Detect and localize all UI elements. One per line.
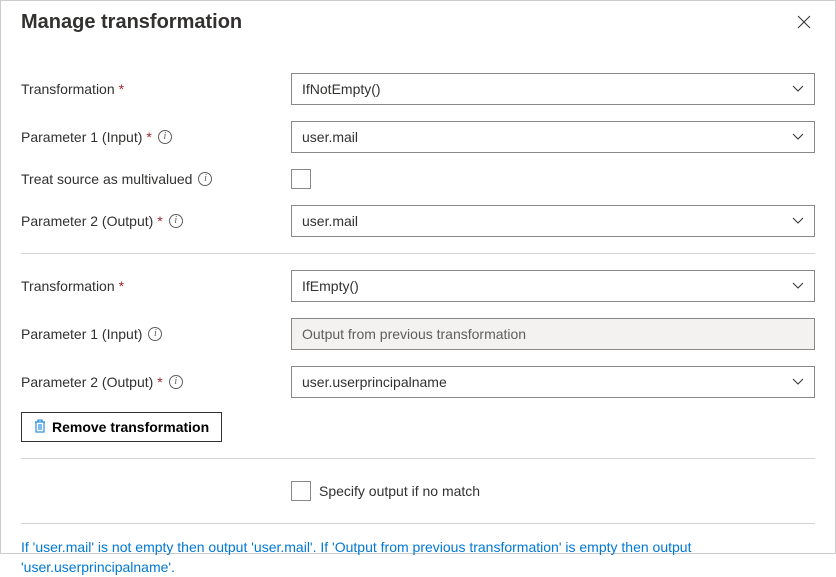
info-icon[interactable]: i	[169, 214, 183, 228]
param2-row-2: Parameter 2 (Output) * i user.userprinci…	[21, 366, 815, 398]
specify-output-label: Specify output if no match	[319, 483, 480, 499]
panel-header: Manage transformation	[21, 11, 815, 37]
label-text: Parameter 1 (Input)	[21, 129, 142, 145]
section-divider	[21, 458, 815, 459]
readonly-value: Output from previous transformation	[302, 326, 526, 342]
transformation-1-select[interactable]: IfNotEmpty()	[291, 73, 815, 105]
specify-output-row: Specify output if no match	[291, 481, 815, 501]
multivalued-label: Treat source as multivalued i	[21, 171, 291, 187]
manage-transformation-panel: Manage transformation Transformation * I…	[0, 0, 836, 554]
chevron-down-icon	[792, 82, 804, 96]
transformation-1-row: Transformation * IfNotEmpty()	[21, 73, 815, 105]
specify-output-checkbox[interactable]	[291, 481, 311, 501]
param1-row-1: Parameter 1 (Input) * i user.mail	[21, 121, 815, 153]
required-asterisk: *	[119, 81, 124, 97]
param1-label-1: Parameter 1 (Input) * i	[21, 129, 291, 145]
remove-button-label: Remove transformation	[52, 419, 209, 435]
required-asterisk: *	[157, 374, 162, 390]
transformation-summary: If 'user.mail' is not empty then output …	[21, 538, 815, 577]
label-text: Parameter 2 (Output)	[21, 374, 153, 390]
select-value: IfEmpty()	[302, 278, 359, 294]
trash-icon	[34, 419, 46, 435]
chevron-down-icon	[792, 214, 804, 228]
param1-label-2: Parameter 1 (Input) i	[21, 326, 291, 342]
param2-select-1[interactable]: user.mail	[291, 205, 815, 237]
info-icon[interactable]: i	[158, 130, 172, 144]
section-divider	[21, 523, 815, 524]
label-text: Treat source as multivalued	[21, 171, 192, 187]
info-icon[interactable]: i	[169, 375, 183, 389]
label-text: Transformation	[21, 278, 115, 294]
select-value: IfNotEmpty()	[302, 81, 381, 97]
section-divider	[21, 253, 815, 254]
required-asterisk: *	[157, 213, 162, 229]
param2-label-1: Parameter 2 (Output) * i	[21, 213, 291, 229]
info-icon[interactable]: i	[198, 172, 212, 186]
select-value: user.userprincipalname	[302, 374, 447, 390]
required-asterisk: *	[119, 278, 124, 294]
info-icon[interactable]: i	[148, 327, 162, 341]
chevron-down-icon	[792, 375, 804, 389]
chevron-down-icon	[792, 279, 804, 293]
param2-select-2[interactable]: user.userprincipalname	[291, 366, 815, 398]
label-text: Transformation	[21, 81, 115, 97]
close-icon[interactable]	[793, 11, 815, 37]
select-value: user.mail	[302, 213, 358, 229]
transformation-1-label: Transformation *	[21, 81, 291, 97]
select-value: user.mail	[302, 129, 358, 145]
transformation-2-label: Transformation *	[21, 278, 291, 294]
panel-title: Manage transformation	[21, 11, 242, 34]
param1-row-2: Parameter 1 (Input) i Output from previo…	[21, 318, 815, 350]
param2-label-2: Parameter 2 (Output) * i	[21, 374, 291, 390]
remove-transformation-button[interactable]: Remove transformation	[21, 412, 222, 442]
param2-row-1: Parameter 2 (Output) * i user.mail	[21, 205, 815, 237]
transformation-2-select[interactable]: IfEmpty()	[291, 270, 815, 302]
param1-readonly-2: Output from previous transformation	[291, 318, 815, 350]
transformation-2-row: Transformation * IfEmpty()	[21, 270, 815, 302]
param1-select-1[interactable]: user.mail	[291, 121, 815, 153]
required-asterisk: *	[146, 129, 151, 145]
label-text: Parameter 1 (Input)	[21, 326, 142, 342]
label-text: Parameter 2 (Output)	[21, 213, 153, 229]
multivalued-checkbox[interactable]	[291, 169, 311, 189]
chevron-down-icon	[792, 130, 804, 144]
multivalued-row: Treat source as multivalued i	[21, 169, 815, 189]
